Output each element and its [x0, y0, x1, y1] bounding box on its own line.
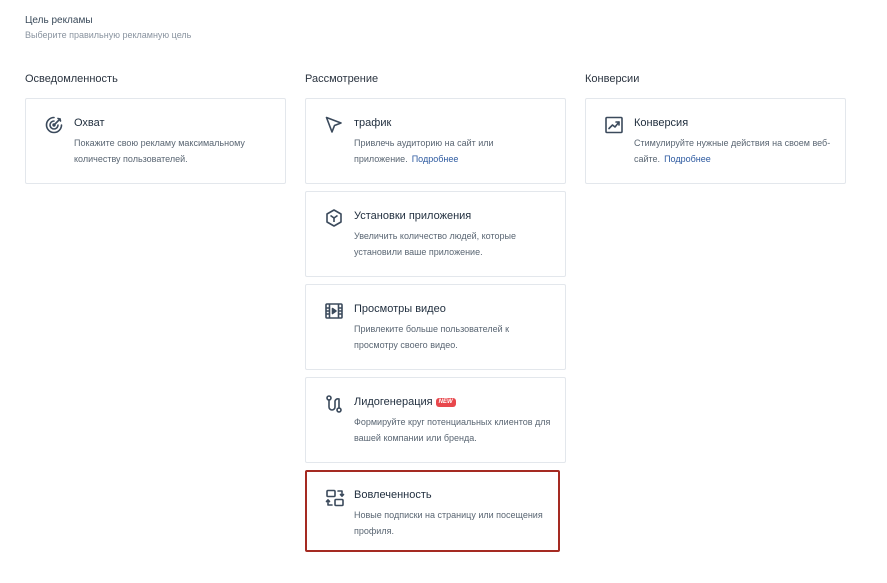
lead-generation-icon [324, 394, 344, 414]
card-description: Новые подписки на страницу или посещения… [354, 510, 543, 536]
objective-card-reach[interactable]: Охват Покажите свою рекламу максимальном… [25, 98, 286, 184]
objective-card-engagement[interactable]: Вовлеченность Новые подписки на страницу… [305, 470, 560, 552]
column-title-conversions: Конверсии [585, 73, 640, 85]
card-description: Привлечь аудиторию на сайт или приложени… [354, 135, 554, 167]
card-description: Привлеките больше пользователей к просмо… [354, 324, 510, 350]
ad-objective-page: Цель рекламы Выберите правильную рекламн… [0, 0, 887, 583]
card-description: Стимулируйте нужные действия на своем ве… [634, 135, 834, 167]
objective-card-lead-generation[interactable]: Лидогенерация NEW Формируйте круг потенци… [305, 377, 566, 463]
page-subtitle: Выберите правильную рекламную цель [25, 30, 192, 40]
column-consideration: Рассмотрение трафик Привлечь аудиторию н… [305, 72, 566, 559]
card-description: Увеличить количество людей, которые уста… [354, 231, 516, 257]
column-conversions: Конверсии Конверсия Стимулируйте нужные … [585, 72, 846, 191]
cursor-arrow-icon [324, 115, 344, 135]
learn-more-link[interactable]: Подробнее [664, 154, 711, 164]
card-title: Конверсия [634, 117, 689, 129]
engagement-swap-icon [325, 488, 345, 508]
card-description: Покажите свою рекламу максимальному коли… [74, 138, 245, 164]
objective-card-video-views[interactable]: Просмотры видео Привлеките больше пользо… [305, 284, 566, 370]
page-header: Цель рекламы Выберите правильную рекламн… [25, 14, 191, 42]
learn-more-link[interactable]: Подробнее [412, 154, 459, 164]
card-title: Установки приложения [354, 210, 472, 222]
objective-card-app-installs[interactable]: Установки приложения Увеличить количеств… [305, 191, 566, 277]
card-title: Лидогенерация NEW [354, 395, 456, 409]
column-title-awareness: Осведомленность [25, 73, 118, 85]
objective-card-traffic[interactable]: трафик Привлечь аудиторию на сайт или пр… [305, 98, 566, 184]
objective-card-conversion[interactable]: Конверсия Стимулируйте нужные действия н… [585, 98, 846, 184]
conversion-chart-icon [604, 115, 624, 135]
target-icon [44, 115, 64, 135]
card-title: Вовлеченность [354, 489, 432, 501]
column-title-consideration: Рассмотрение [305, 73, 379, 85]
new-badge: NEW [435, 398, 456, 407]
video-film-icon [324, 301, 344, 321]
card-description: Формируйте круг потенциальных клиентов д… [354, 417, 551, 443]
card-title: Охват [74, 117, 105, 129]
column-awareness: Осведомленность Охват Покажите свою рекл… [25, 72, 286, 191]
app-cube-icon [324, 208, 344, 228]
card-title: Просмотры видео [354, 303, 446, 315]
page-title: Цель рекламы [25, 15, 93, 26]
card-title: трафик [354, 117, 392, 129]
card-title-text: Лидогенерация [354, 396, 433, 408]
